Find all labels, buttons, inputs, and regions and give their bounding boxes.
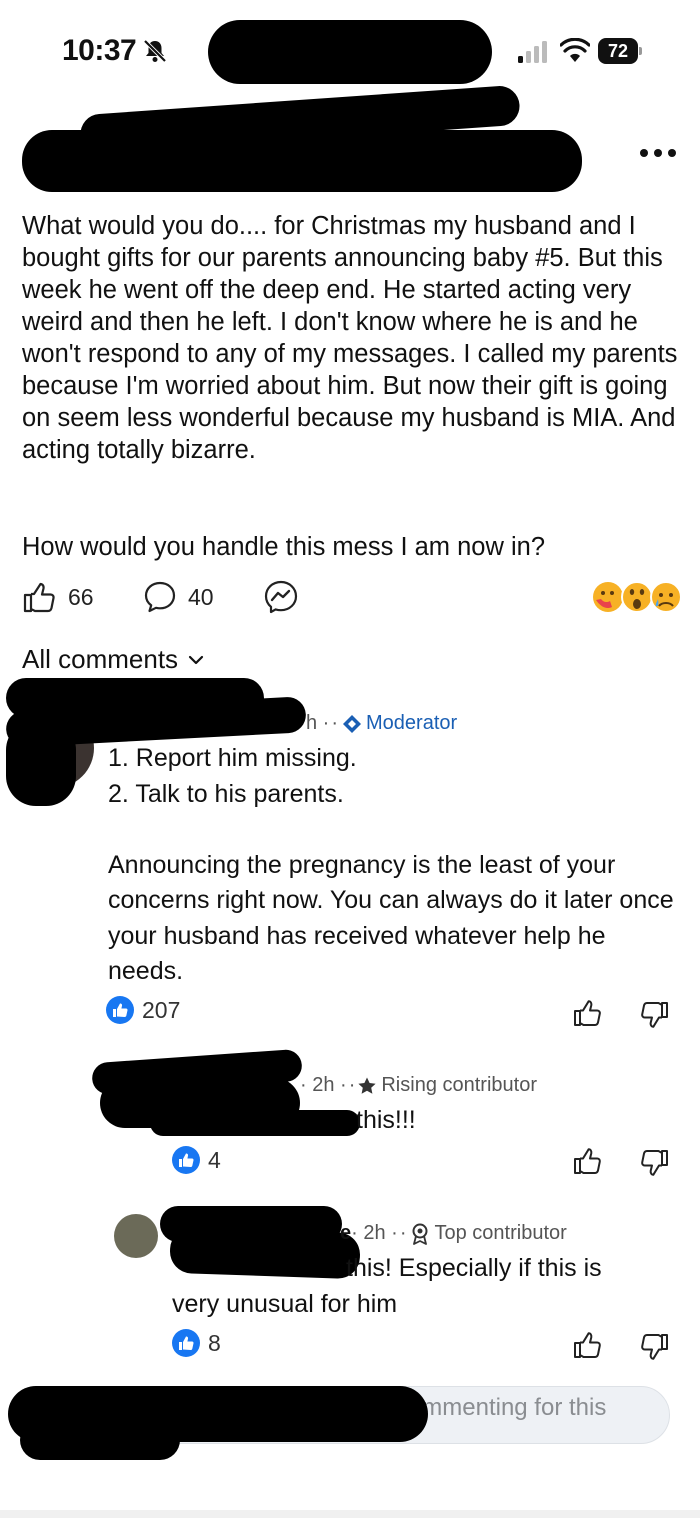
- like-badge-icon: [106, 996, 134, 1024]
- comment-bubble-icon: [144, 581, 176, 613]
- post-question: How would you handle this mess I am now …: [22, 533, 546, 561]
- comment-time: · 2h ·: [300, 1074, 347, 1096]
- sad-reaction-icon: [650, 581, 682, 613]
- comment-like-count: 207: [106, 996, 180, 1024]
- thumbs-up-icon: [23, 582, 55, 613]
- thumbs-down-icon[interactable]: [640, 1148, 670, 1178]
- comment-like-count: 4: [172, 1146, 221, 1174]
- dynamic-island: [208, 20, 492, 84]
- comment-meta: e · 2h · · Top contributor: [340, 1222, 567, 1245]
- chevron-down-icon: [188, 655, 204, 664]
- redacted-scribble: [20, 1420, 180, 1460]
- comment-text: this! Especially if this is: [346, 1254, 602, 1282]
- comment-text: very unusual for him: [172, 1290, 398, 1318]
- comment-like-count: 8: [172, 1329, 221, 1357]
- like-count: 8: [208, 1329, 221, 1356]
- messenger-icon: [264, 580, 298, 614]
- comment-meta: h · · Moderator: [306, 712, 458, 734]
- like-badge-icon: [172, 1329, 200, 1357]
- bell-slash-icon: [143, 39, 167, 63]
- like-badge-icon: [172, 1146, 200, 1174]
- redacted-scribble: [150, 1110, 360, 1136]
- award-ribbon-icon: [412, 1223, 428, 1245]
- battery-level: 72: [598, 38, 638, 64]
- thumbs-up-icon[interactable]: [572, 1330, 602, 1360]
- like-button[interactable]: 66: [22, 578, 94, 616]
- avatar[interactable]: [114, 1214, 158, 1258]
- post-text: What would you do.... for Christmas my h…: [22, 212, 685, 464]
- thumbs-down-icon[interactable]: [640, 1000, 670, 1030]
- commenter-name-fragment[interactable]: e: [340, 1222, 351, 1245]
- like-count: 66: [68, 583, 94, 610]
- wifi-icon: [560, 38, 590, 62]
- star-icon: [358, 1077, 376, 1094]
- rising-contributor-badge: Rising contributor: [381, 1074, 537, 1096]
- comment-count: 40: [188, 583, 214, 610]
- moderator-badge-icon: [343, 714, 362, 733]
- moderator-badge: Moderator: [366, 712, 458, 734]
- like-count: 207: [142, 996, 181, 1023]
- battery-indicator: 72: [598, 38, 642, 64]
- comment-text: 1. Report him missing. 2. Talk to his pa…: [108, 744, 674, 985]
- comment-time: · 2h ·: [351, 1222, 398, 1244]
- redacted-scribble: [6, 720, 76, 806]
- share-messenger-button[interactable]: [262, 578, 300, 616]
- thumbs-down-icon[interactable]: [640, 1332, 670, 1362]
- status-time: 10:37: [62, 34, 137, 67]
- more-options-icon[interactable]: [638, 146, 678, 160]
- comments-sort-label: All comments: [22, 644, 179, 674]
- comment-text: this!!!: [356, 1106, 416, 1134]
- comment-time: h ·: [306, 712, 330, 734]
- comments-sort-dropdown[interactable]: All comments: [22, 644, 204, 675]
- comment-button[interactable]: 40: [142, 578, 214, 616]
- wow-reaction-icon: [621, 581, 653, 613]
- thumbs-up-icon[interactable]: [572, 998, 602, 1028]
- bottom-edge: [0, 1510, 700, 1518]
- care-reaction-icon: [593, 582, 623, 612]
- signal-icon: [518, 41, 547, 63]
- redacted-scribble: [22, 130, 582, 192]
- thumbs-up-icon[interactable]: [572, 1146, 602, 1176]
- reaction-emojis[interactable]: [592, 580, 682, 614]
- redacted-scribble: [169, 1226, 361, 1280]
- comment-meta: · 2h · · Rising contributor: [300, 1074, 537, 1096]
- top-contributor-badge: Top contributor: [434, 1222, 567, 1244]
- like-count: 4: [208, 1146, 221, 1173]
